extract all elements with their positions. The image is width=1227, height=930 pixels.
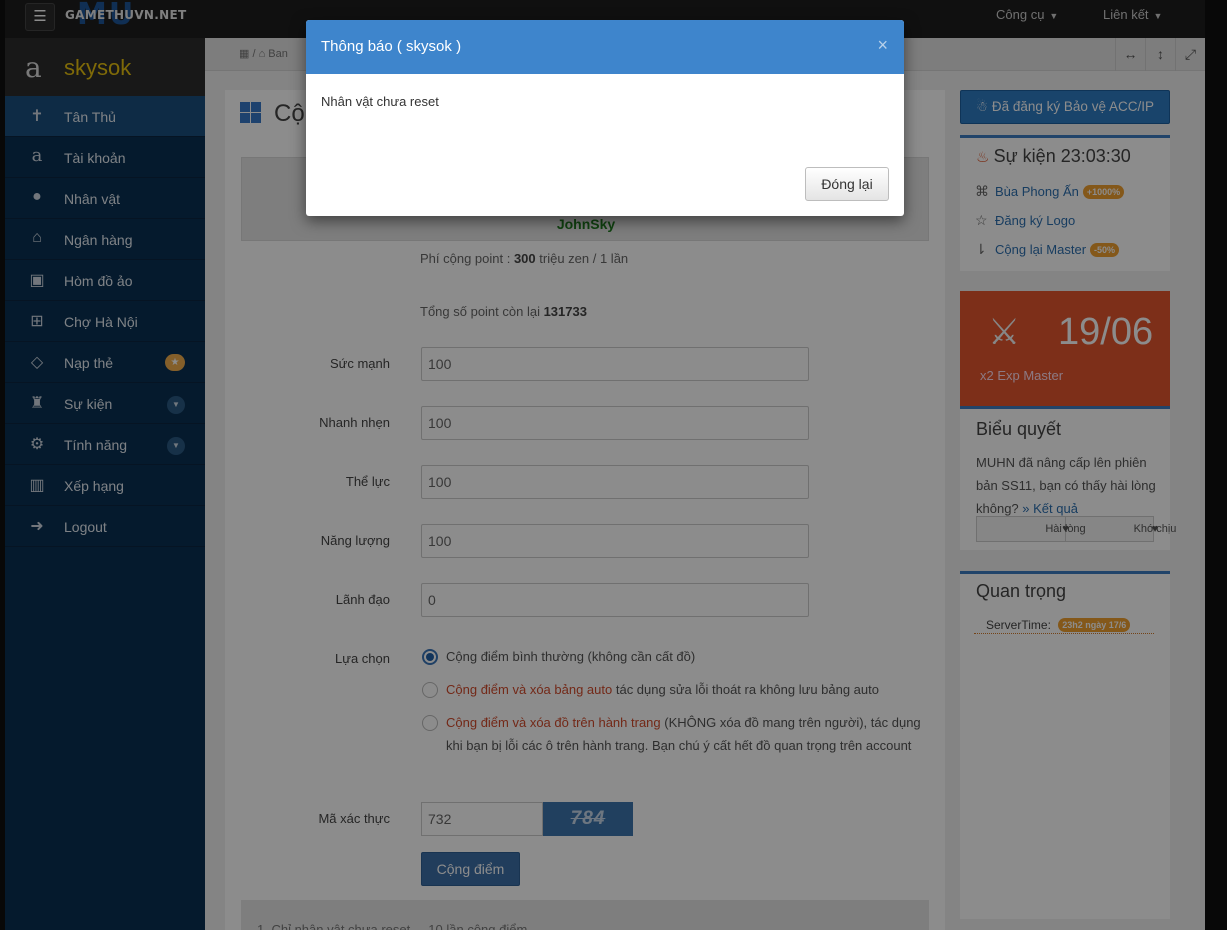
modal-title: Thông báo ( skysok ): [321, 38, 462, 55]
page: ☰ MU GAMETHUVN.NET Công cụ ▼ Liên kết ▼ a …: [0, 0, 1227, 930]
notification-modal: Thông báo ( skysok ) × Nhân vật chưa res…: [306, 20, 904, 216]
close-modal-button[interactable]: Đóng lại: [805, 167, 889, 201]
close-icon[interactable]: ×: [877, 35, 888, 56]
modal-message: Nhân vật chưa reset: [321, 94, 439, 109]
modal-header: Thông báo ( skysok ) ×: [306, 20, 904, 74]
